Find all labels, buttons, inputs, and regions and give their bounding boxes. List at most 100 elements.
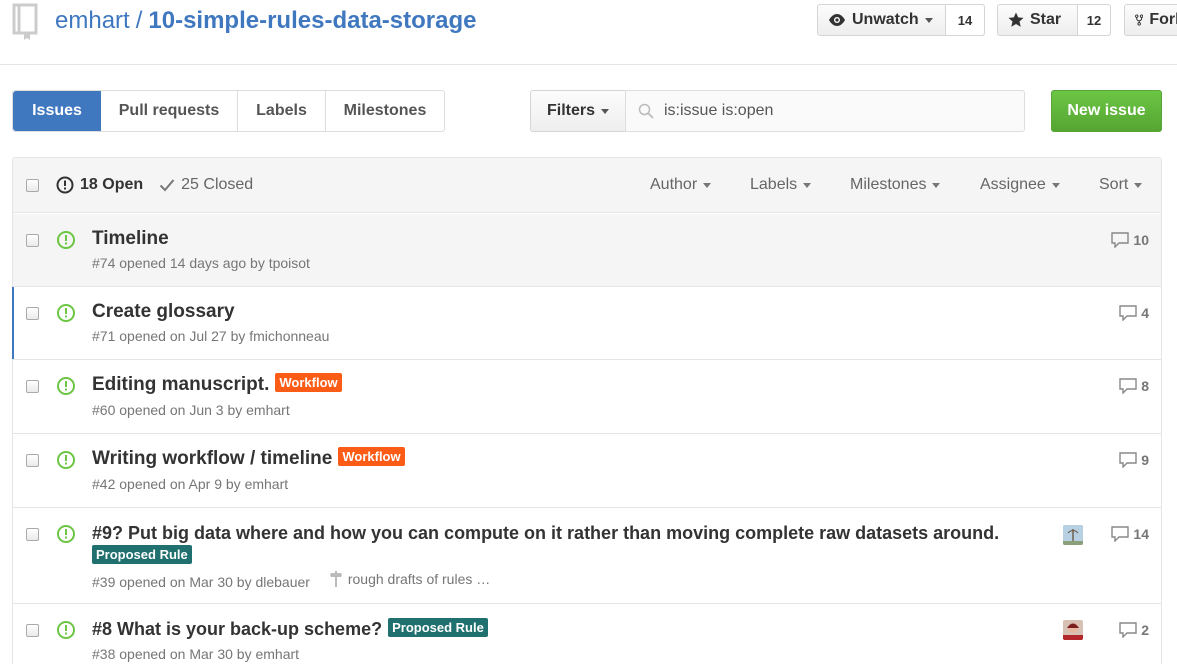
tab-issues[interactable]: Issues — [13, 91, 101, 131]
issue-meta: #71 opened on Jul 27 by fmichonneau — [92, 328, 330, 344]
closed-issues-link[interactable]: 25 Closed — [159, 176, 253, 194]
issue-title-link[interactable]: Create glossary — [92, 300, 235, 324]
comments-link[interactable]: 14 — [1111, 526, 1149, 542]
fork-label: Fork — [1149, 11, 1177, 28]
issue-row[interactable]: #9? Put big data where and how you can c… — [13, 508, 1161, 604]
label-workflow[interactable]: Workflow — [275, 373, 342, 392]
repo-name-link[interactable]: 10-simple-rules-data-storage — [148, 7, 476, 34]
milestone-label: rough drafts of rules … — [347, 571, 491, 587]
issue-title: #8 What is your back-up scheme? Proposed … — [92, 617, 488, 641]
sort-filter[interactable]: Sort — [1099, 176, 1143, 194]
avatar[interactable] — [1063, 620, 1083, 640]
avatar-image — [1063, 525, 1083, 545]
unwatch-button[interactable]: Unwatch — [818, 5, 946, 35]
issue-checkbox[interactable] — [26, 307, 39, 320]
labels-filter-label: Labels — [750, 176, 798, 193]
comments-link[interactable]: 10 — [1111, 232, 1149, 248]
label-proposed-rule[interactable]: Proposed Rule — [388, 618, 488, 637]
star-icon — [1008, 12, 1024, 27]
repo-title: emhart/10-simple-rules-data-storage — [55, 6, 476, 36]
chevron-down-icon — [601, 108, 609, 114]
closed-count-label: 25 Closed — [181, 176, 254, 193]
new-issue-button[interactable]: New issue — [1051, 90, 1162, 132]
filters-label: Filters — [546, 102, 595, 119]
milestones-filter-label: Milestones — [850, 176, 927, 193]
issue-checkbox[interactable] — [26, 624, 39, 637]
comment-icon — [1119, 622, 1137, 638]
milestones-filter[interactable]: Milestones — [850, 176, 941, 194]
issue-title-link[interactable]: #9? Put big data where and how you can c… — [92, 521, 999, 545]
author-filter-label: Author — [650, 176, 698, 193]
assignee-filter[interactable]: Assignee — [980, 176, 1060, 194]
issue-title-link[interactable]: Timeline — [92, 227, 169, 251]
issues-list: 18 Open 25 Closed Author Labels Mileston… — [12, 157, 1162, 664]
issue-title: Writing workflow / timeline Workflow — [92, 447, 405, 471]
issue-title-link[interactable]: #8 What is your back-up scheme? — [92, 619, 382, 639]
repo-owner-link[interactable]: emhart — [55, 7, 130, 34]
labels-filter[interactable]: Labels — [750, 176, 812, 194]
label-proposed-rule[interactable]: Proposed Rule — [92, 545, 192, 564]
comment-icon — [1111, 232, 1130, 248]
issue-checkbox[interactable] — [26, 454, 39, 467]
star-label: Star — [1030, 11, 1062, 28]
watch-count[interactable]: 14 — [946, 5, 984, 35]
chevron-down-icon — [1051, 182, 1060, 188]
open-count-label: 18 Open — [80, 176, 144, 193]
label-workflow[interactable]: Workflow — [338, 447, 405, 466]
issue-labels: Proposed Rule — [86, 545, 192, 569]
filters-button[interactable]: Filters — [530, 90, 626, 132]
star-button-group: Star 12 — [997, 4, 1111, 36]
avatar-image — [1063, 620, 1083, 640]
eye-icon — [829, 14, 845, 26]
tab-pull-requests[interactable]: Pull requests — [101, 91, 238, 131]
search-input[interactable]: is:issue is:open — [625, 90, 1025, 132]
issue-row[interactable]: Create glossary #71 opened on Jul 27 by … — [12, 287, 1161, 360]
comments-link[interactable]: 4 — [1119, 305, 1149, 321]
star-count[interactable]: 12 — [1078, 5, 1110, 35]
milestone-link[interactable]: rough drafts of rules … — [329, 571, 491, 587]
issue-checkbox[interactable] — [26, 380, 39, 393]
issue-meta: #74 opened 14 days ago by tpoisot — [92, 255, 310, 271]
chevron-down-icon — [703, 182, 712, 188]
search-icon — [638, 103, 654, 119]
star-button[interactable]: Star — [998, 5, 1078, 35]
author-filter[interactable]: Author — [650, 176, 712, 194]
issue-row[interactable]: #8 What is your back-up scheme? Proposed … — [13, 604, 1161, 664]
comments-link[interactable]: 9 — [1119, 452, 1149, 468]
comment-icon — [1119, 378, 1137, 394]
comment-count: 4 — [1141, 305, 1149, 321]
select-all-checkbox[interactable] — [26, 179, 39, 192]
issues-list-header: 18 Open 25 Closed Author Labels Mileston… — [13, 158, 1161, 213]
issue-title: Editing manuscript. Workflow — [92, 373, 342, 397]
issue-title-link[interactable]: Writing workflow / timeline — [92, 448, 332, 469]
issue-row[interactable]: Timeline #74 opened 14 days ago by tpois… — [13, 214, 1161, 287]
check-icon — [159, 179, 175, 192]
fork-button[interactable]: Fork — [1125, 5, 1177, 35]
issue-opened-icon — [57, 621, 75, 639]
issue-checkbox[interactable] — [26, 234, 39, 247]
avatar[interactable] — [1063, 525, 1083, 545]
comment-count: 9 — [1141, 452, 1149, 468]
issue-title-link[interactable]: Editing manuscript. — [92, 374, 269, 395]
search-value: is:issue is:open — [664, 102, 774, 119]
issue-meta: #60 opened on Jun 3 by emhart — [92, 402, 290, 418]
issue-opened-icon — [57, 304, 75, 322]
issue-meta: #38 opened on Mar 30 by emhart — [92, 646, 300, 662]
repo-header: emhart/10-simple-rules-data-storage Unwa… — [0, 0, 1177, 65]
fork-button-group: Fork — [1124, 4, 1177, 36]
chevron-down-icon — [1134, 182, 1143, 188]
tab-labels[interactable]: Labels — [238, 91, 326, 131]
issue-checkbox[interactable] — [26, 528, 39, 541]
issue-row[interactable]: Editing manuscript. Workflow #60 opened o… — [13, 360, 1161, 434]
issue-states: 18 Open 25 Closed — [56, 176, 253, 194]
chevron-down-icon — [932, 182, 941, 188]
comments-link[interactable]: 8 — [1119, 378, 1149, 394]
issues-subnav: Issues Pull requests Labels Milestones — [12, 90, 445, 132]
sort-filter-label: Sort — [1099, 176, 1129, 193]
open-issues-link[interactable]: 18 Open — [56, 176, 143, 194]
issue-opened-icon — [57, 525, 75, 543]
issue-row[interactable]: Writing workflow / timeline Workflow #42 … — [13, 434, 1161, 508]
repo-book-icon — [12, 3, 38, 40]
tab-milestones[interactable]: Milestones — [326, 91, 444, 131]
comments-link[interactable]: 2 — [1119, 622, 1149, 638]
